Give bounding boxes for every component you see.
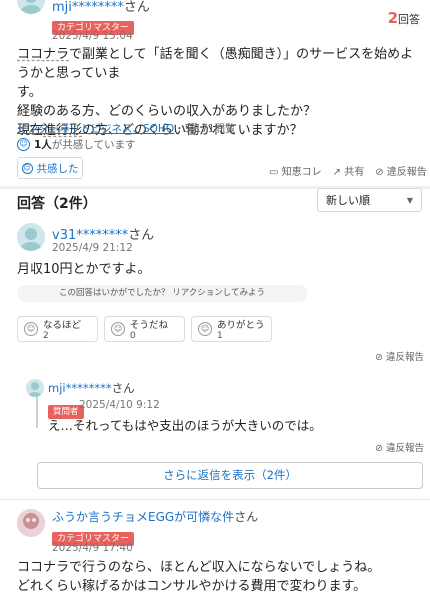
neutral-face-icon: ☺ [111,322,125,336]
answers-title: 回答（2件） [17,196,97,212]
reply-date: 2025/4/10 9:12 [79,399,160,411]
caret-down-icon: ▼ [406,195,413,205]
view-count: ・5,171閲覧 [174,123,236,135]
share-button[interactable]: ↗ 共有 [333,163,365,178]
empathy-icon: ☺ [17,138,30,151]
reply-report[interactable]: ⊘ 違反報告 [375,440,424,454]
prohibit-icon: ⊘ [375,443,386,454]
sort-select[interactable]: 新しい順 ▼ [317,188,422,212]
category-line: インターネットビジネス、SOHO・5,171閲覧 [17,121,236,136]
report-button[interactable]: ⊘ 違反報告 [375,163,427,178]
avatar[interactable] [17,509,45,537]
question-date: 2025/4/9 15:04 [52,30,133,42]
empathy-summary: ☺ 1人 が共感しています [17,137,136,152]
avatar[interactable] [17,223,45,251]
answer1-username[interactable]: v31********さん [52,224,154,243]
san-suffix: さん [123,0,150,15]
answer2-username[interactable]: ふうか言うチョメEGGが可憐な件さん [52,508,258,525]
book-icon: ▭ [269,167,282,178]
answer-count[interactable]: 2回答 [388,9,420,27]
answer1-body: 月収10円とかですよ。 [17,262,151,277]
question-actions: ▭ 知恵コレ ↗ 共有 ⊘ 違反報告 [269,163,427,178]
reaction-soudane[interactable]: ☺ そうだね 0 [104,316,185,342]
category-link[interactable]: インターネットビジネス、SOHO [17,123,174,135]
answer1-report[interactable]: ⊘ 違反報告 [375,349,424,363]
reaction-naruhodo[interactable]: ☺ なるほど 2 [17,316,98,342]
answer1-date: 2025/4/9 21:12 [52,242,133,254]
question-username[interactable]: mji********さん [52,0,150,15]
empathy-button[interactable]: ☺ 共感した [17,157,83,179]
smile-face-icon: ☺ [24,322,38,336]
happy-face-icon: ☺ [198,322,212,336]
reply-body: え…それってもはや支出のほうが大きいのでは。 [48,418,322,433]
san-suffix: さん [234,510,259,524]
show-more-replies-button[interactable]: さらに返信を表示（2件） [37,462,423,489]
answer-divider [0,499,430,500]
smile-icon: ☺ [21,162,33,174]
reaction-prompt: この回答はいかがでしたか？ リアクションしてみよう [17,285,307,302]
san-suffix: さん [128,228,155,243]
prohibit-icon: ⊘ [375,352,386,363]
reaction-arigatou[interactable]: ☺ ありがとう 1 [191,316,272,342]
prohibit-icon: ⊘ [375,167,387,178]
avatar[interactable] [17,0,45,14]
answer2-body: ココナラで行うのなら、ほとんど収入にならないでしょうね。 どれくらい稼げるかはコ… [17,560,381,594]
chiekore-button[interactable]: ▭ 知恵コレ [269,163,322,178]
answer2-date: 2025/4/9 17:40 [52,542,133,554]
reply-username[interactable]: mji********さん [48,380,135,396]
avatar[interactable] [26,379,44,397]
share-icon: ↗ [332,167,345,178]
san-suffix: さん [111,381,135,395]
